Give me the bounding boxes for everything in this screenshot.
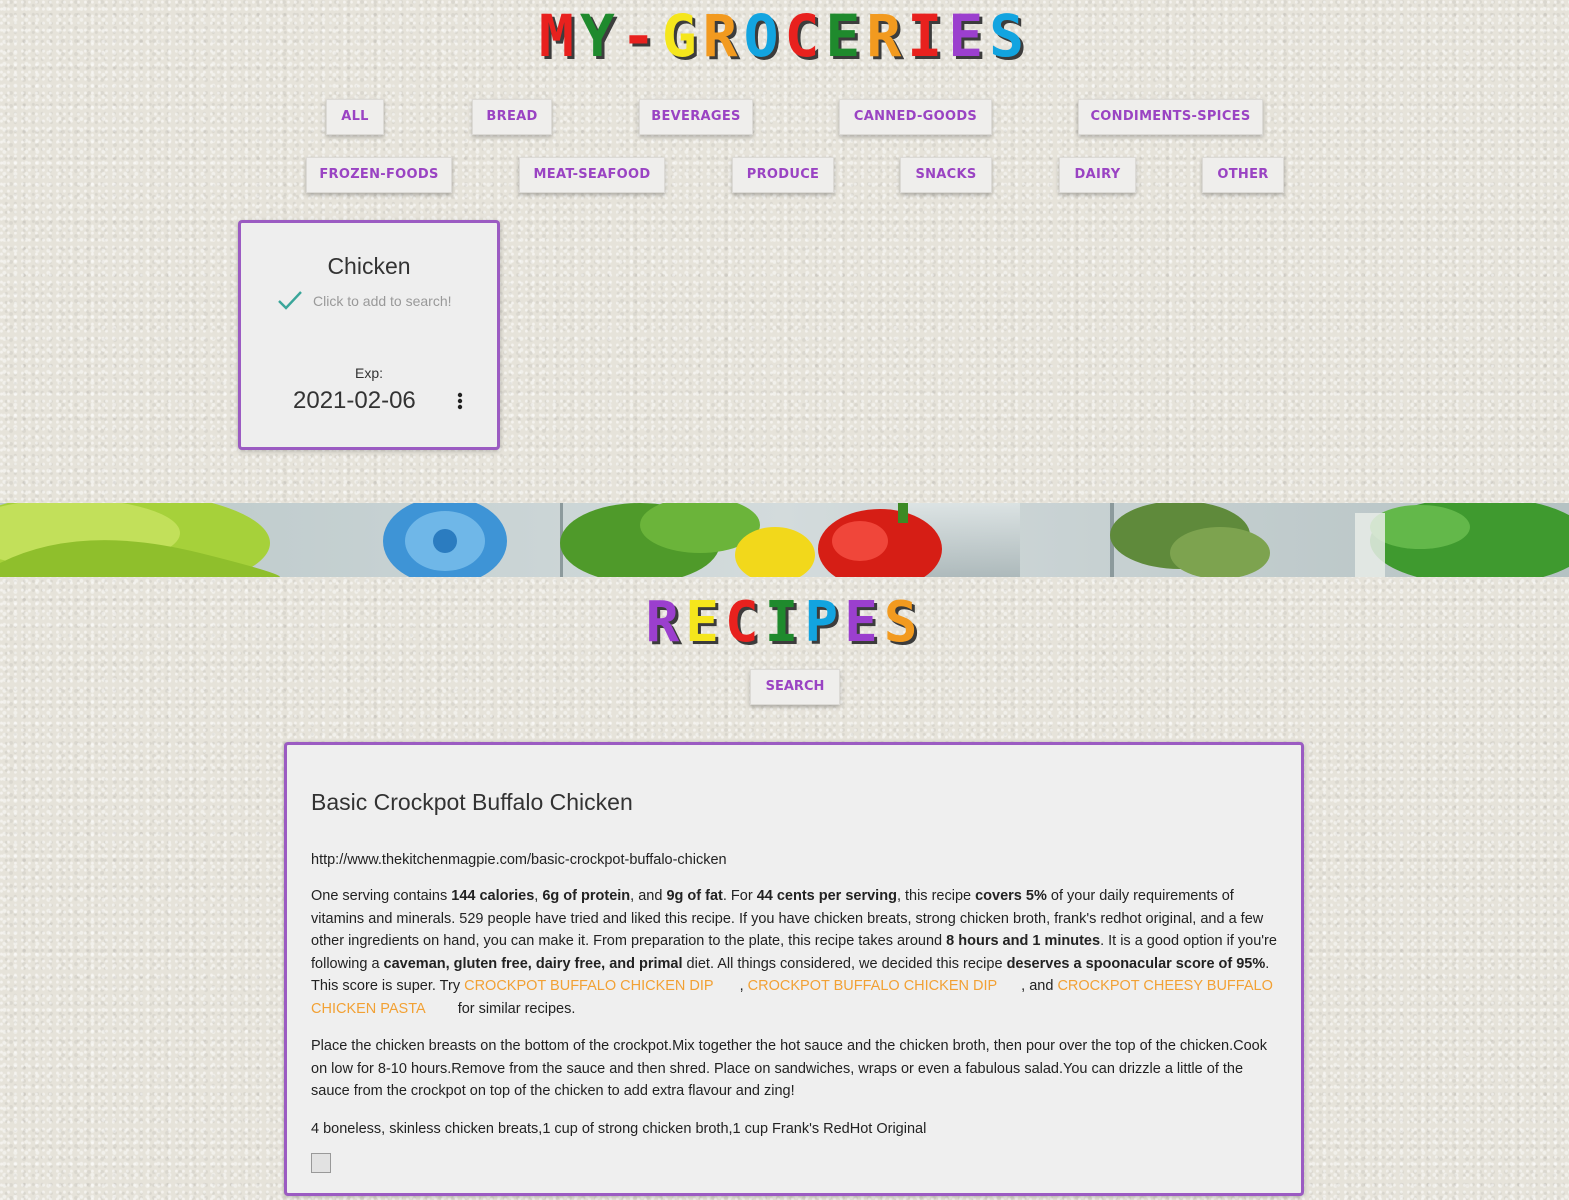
app-title-letter: E — [825, 2, 867, 70]
app-title-letter: E — [948, 2, 990, 70]
save-recipe-checkbox[interactable] — [311, 1153, 331, 1173]
recipe-summary: One serving contains 144 calories, 6g of… — [311, 888, 1277, 1017]
recipes-title-letter: I — [764, 590, 805, 655]
search-button[interactable]: SEARCH — [750, 669, 840, 705]
check-icon[interactable] — [277, 289, 303, 315]
app-title-letter: Y — [579, 2, 621, 70]
category-dairy-button[interactable]: DAIRY — [1059, 157, 1136, 193]
expiration-label: Exp: — [354, 365, 383, 381]
recipe-instructions: Place the chicken breasts on the bottom … — [311, 1038, 1267, 1099]
recipe-ingredients: 4 boneless, skinless chicken breats,1 cu… — [311, 1120, 927, 1137]
app-title-letter: O — [743, 2, 785, 70]
similar-recipe-link[interactable]: CROCKPOT BUFFALO CHICKEN DIP — [748, 978, 998, 994]
app-title-letter: R — [702, 2, 744, 70]
app-title-letter: G — [661, 2, 703, 70]
grocery-item-name: Chicken — [327, 253, 411, 279]
recipe-source-url: http://www.thekitchenmagpie.com/basic-cr… — [311, 852, 727, 868]
grocery-item-card[interactable]: Chicken Click to add to search! Exp: 202… — [238, 220, 500, 450]
recipes-title: RECIPES — [0, 590, 1569, 655]
produce-banner-image — [0, 503, 1569, 577]
recipes-title-letter: P — [804, 590, 845, 655]
add-to-search-hint[interactable]: Click to add to search! — [313, 293, 452, 309]
category-snacks-button[interactable]: SNACKS — [900, 157, 992, 193]
app-title: MY-GROCERIES — [0, 2, 1569, 70]
category-condiments-spices-button[interactable]: CONDIMENTS-SPICES — [1078, 99, 1263, 135]
category-meat-seafood-button[interactable]: MEAT-SEAFOOD — [519, 157, 665, 193]
recipe-card: Basic Crockpot Buffalo Chicken http://ww… — [284, 742, 1304, 1196]
app-title-letter: C — [784, 2, 826, 70]
more-vert-icon[interactable] — [455, 391, 465, 417]
recipes-title-letter: S — [883, 590, 924, 655]
recipes-title-letter: C — [724, 590, 765, 655]
app-title-letter: M — [538, 2, 580, 70]
recipes-title-letter: E — [685, 590, 725, 655]
category-all-button[interactable]: ALL — [326, 99, 384, 135]
category-canned-goods-button[interactable]: CANNED-GOODS — [839, 99, 992, 135]
category-other-button[interactable]: OTHER — [1202, 157, 1284, 193]
recipe-title: Basic Crockpot Buffalo Chicken — [311, 789, 633, 815]
app-title-letter: I — [907, 2, 949, 70]
similar-recipe-link[interactable]: CROCKPOT BUFFALO CHICKEN DIP — [464, 978, 714, 994]
category-produce-button[interactable]: PRODUCE — [732, 157, 834, 193]
expiration-date: 2021-02-06 — [293, 387, 416, 414]
category-bread-button[interactable]: BREAD — [472, 99, 552, 135]
app-title-letter: S — [989, 2, 1031, 70]
recipes-title-letter: R — [645, 590, 686, 655]
app-title-letter: - — [620, 2, 662, 70]
category-frozen-foods-button[interactable]: FROZEN-FOODS — [306, 157, 452, 193]
recipes-title-letter: E — [844, 590, 884, 655]
app-title-letter: R — [866, 2, 908, 70]
category-beverages-button[interactable]: BEVERAGES — [639, 99, 753, 135]
